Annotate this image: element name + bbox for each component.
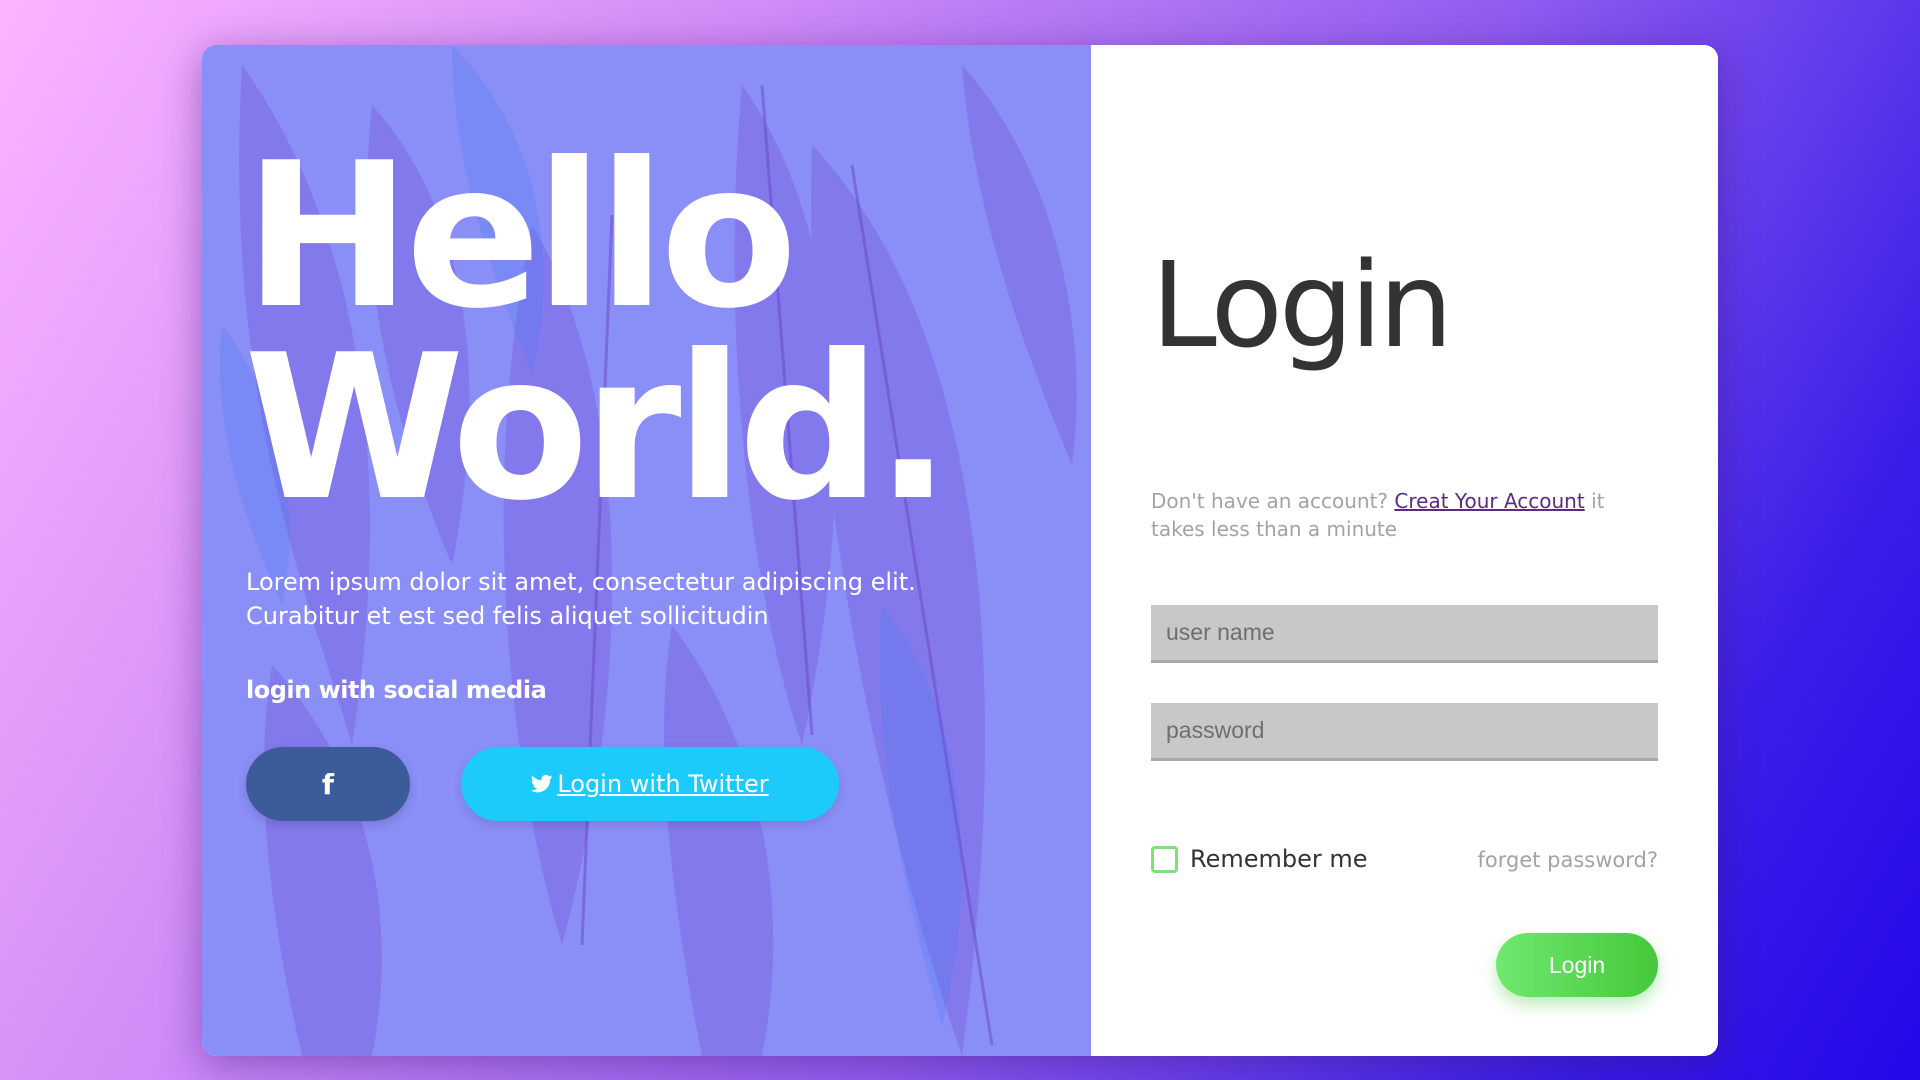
forgot-password-link[interactable]: forget password? [1477,848,1658,872]
facebook-icon: f [321,767,335,801]
login-card: Hello World. Lorem ipsum dolor sit amet,… [202,45,1718,1056]
hero-description: Lorem ipsum dolor sit amet, consectetur … [246,568,916,630]
login-title: Login [1151,236,1453,374]
username-input[interactable] [1151,605,1658,663]
login-form-panel: Login Don't have an account? Creat Your … [1091,45,1718,1056]
hero-title: Hello World. [244,120,951,545]
twitter-bird-icon [531,774,553,793]
remember-me[interactable]: Remember me [1151,845,1368,873]
twitter-login-button[interactable]: Login with Twitter [461,747,839,821]
social-login-heading: login with social media [246,676,547,704]
signup-prefix: Don't have an account? [1151,489,1389,513]
remember-me-label: Remember me [1190,845,1368,873]
create-account-link[interactable]: Creat Your Account [1394,489,1584,513]
twitter-login-label: Login with Twitter [557,770,769,798]
signup-prompt: Don't have an account? Creat Your Accoun… [1151,487,1661,543]
hero-title-line1: Hello [244,120,798,353]
password-input[interactable] [1151,703,1658,761]
remember-me-checkbox[interactable] [1151,845,1178,873]
facebook-login-button[interactable]: f [246,747,410,821]
hero-title-line2: World. [244,312,951,545]
hero-panel: Hello World. Lorem ipsum dolor sit amet,… [202,45,1091,1056]
login-submit-button[interactable]: Login [1496,933,1658,997]
